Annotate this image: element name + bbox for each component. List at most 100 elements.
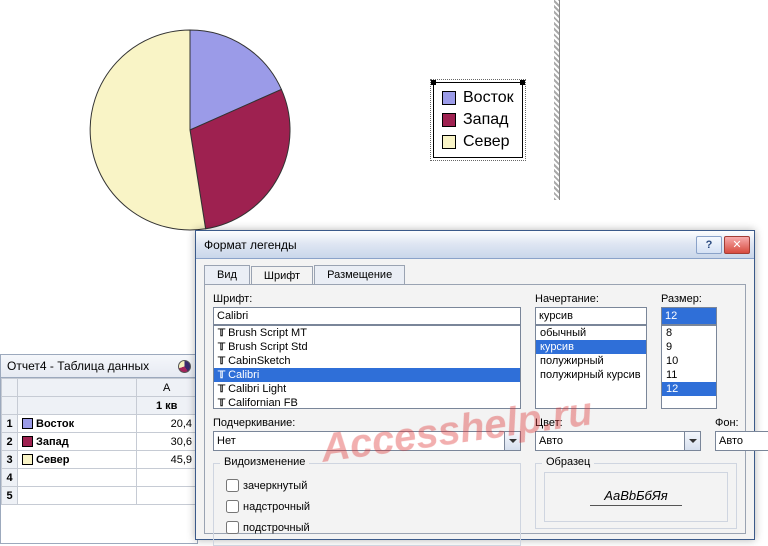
dialog-title: Формат легенды bbox=[204, 238, 297, 252]
sub-label: подстрочный bbox=[243, 522, 310, 534]
row-value[interactable]: 30,6 bbox=[137, 433, 197, 451]
row-value[interactable] bbox=[137, 487, 197, 505]
bg-value[interactable] bbox=[715, 431, 768, 451]
sub-checkbox-row[interactable]: подстрочный bbox=[222, 518, 512, 537]
list-item[interactable]: CabinSketch bbox=[214, 354, 520, 368]
tab-font[interactable]: Шрифт bbox=[251, 266, 313, 285]
row-num[interactable]: 4 bbox=[2, 469, 18, 487]
list-item[interactable]: курсив bbox=[536, 340, 646, 354]
sub-checkbox[interactable] bbox=[226, 521, 239, 534]
super-checkbox-row[interactable]: надстрочный bbox=[222, 497, 512, 516]
font-input[interactable] bbox=[213, 307, 521, 325]
row-name-cell[interactable]: Восток bbox=[18, 415, 137, 433]
chart-canvas: Восток Запад Север Отчет4 - Таблица данн… bbox=[0, 0, 768, 542]
col-b-label: 1 кв bbox=[156, 400, 177, 412]
sample-text: АаBbБбЯя bbox=[590, 488, 681, 506]
row-num[interactable]: 3 bbox=[2, 451, 18, 469]
style-label: Начертание: bbox=[535, 293, 647, 305]
corner-cell[interactable] bbox=[2, 379, 18, 397]
table-row[interactable]: 4 bbox=[2, 469, 197, 487]
color-value[interactable] bbox=[535, 431, 684, 451]
row-num[interactable]: 1 bbox=[2, 415, 18, 433]
list-item[interactable]: 9 bbox=[662, 340, 716, 354]
list-item[interactable]: полужирный bbox=[536, 354, 646, 368]
super-checkbox[interactable] bbox=[226, 500, 239, 513]
list-item[interactable]: 11 bbox=[662, 368, 716, 382]
table-row[interactable]: 2 Запад 30,6 bbox=[2, 433, 197, 451]
tab-placement[interactable]: Размещение bbox=[314, 265, 405, 284]
col-header[interactable] bbox=[18, 379, 137, 397]
bg-label: Фон: bbox=[715, 417, 768, 429]
help-button[interactable]: ? bbox=[696, 236, 722, 254]
pie-slice-north[interactable] bbox=[90, 30, 205, 230]
color-dropdown[interactable] bbox=[535, 431, 701, 451]
underline-value[interactable] bbox=[213, 431, 504, 451]
list-item[interactable]: 8 bbox=[662, 326, 716, 340]
list-item[interactable]: 12 bbox=[662, 382, 716, 396]
tab-view[interactable]: Вид bbox=[204, 265, 250, 284]
list-item[interactable]: Californian FB bbox=[214, 396, 520, 409]
list-item[interactable]: обычный bbox=[536, 326, 646, 340]
row-name: Запад bbox=[36, 436, 69, 448]
style-listbox[interactable]: обычный курсив полужирный полужирный кур… bbox=[535, 325, 647, 409]
table-row[interactable]: 3 Север 45,9 bbox=[2, 451, 197, 469]
row-header[interactable] bbox=[2, 397, 18, 415]
datasheet-table[interactable]: A 1 кв 1 Восток 20,4 2 Запад 30,6 3 Севе… bbox=[1, 378, 197, 505]
dropdown-button[interactable] bbox=[684, 431, 701, 451]
row-name-cell[interactable]: Запад bbox=[18, 433, 137, 451]
row-value[interactable] bbox=[137, 469, 197, 487]
col-a-label: A bbox=[163, 382, 170, 394]
sample-group-title: Образец bbox=[542, 456, 594, 468]
list-item[interactable]: Brush Script MT bbox=[214, 326, 520, 340]
format-legend-dialog[interactable]: Формат легенды ? ✕ Вид Шрифт Размещение … bbox=[195, 230, 755, 540]
legend-item[interactable]: Север bbox=[440, 131, 516, 153]
list-item[interactable]: Brush Script Std bbox=[214, 340, 520, 354]
pie-icon bbox=[178, 360, 191, 373]
list-item[interactable]: Calibri Light bbox=[214, 382, 520, 396]
table-row[interactable]: 1 Восток 20,4 bbox=[2, 415, 197, 433]
list-item[interactable]: Calibri bbox=[214, 368, 520, 382]
font-listbox[interactable]: Brush Script MT Brush Script Std CabinSk… bbox=[213, 325, 521, 409]
size-input[interactable] bbox=[661, 307, 717, 325]
underline-dropdown[interactable] bbox=[213, 431, 521, 451]
bg-dropdown[interactable] bbox=[715, 431, 768, 451]
col-header[interactable]: A bbox=[137, 379, 197, 397]
row-value[interactable]: 45,9 bbox=[137, 451, 197, 469]
row-swatch bbox=[22, 418, 33, 429]
row-name-cell[interactable] bbox=[18, 469, 137, 487]
sample-preview: АаBbБбЯя bbox=[544, 472, 728, 522]
legend-item[interactable]: Восток bbox=[440, 87, 516, 109]
sample-group: Образец АаBbБбЯя bbox=[535, 463, 737, 529]
legend-label: Запад bbox=[463, 111, 508, 129]
style-input[interactable] bbox=[535, 307, 647, 325]
legend-label: Восток bbox=[463, 89, 514, 107]
legend-swatch bbox=[442, 91, 456, 105]
size-listbox[interactable]: 8 9 10 11 12 bbox=[661, 325, 717, 409]
strike-checkbox[interactable] bbox=[226, 479, 239, 492]
pie-chart[interactable] bbox=[70, 20, 310, 243]
dropdown-button[interactable] bbox=[504, 431, 521, 451]
legend-swatch bbox=[442, 135, 456, 149]
list-item[interactable]: полужирный курсив bbox=[536, 368, 646, 382]
legend-item[interactable]: Запад bbox=[440, 109, 516, 131]
strike-checkbox-row[interactable]: зачеркнутый bbox=[222, 476, 512, 495]
datasheet-window[interactable]: Отчет4 - Таблица данных A 1 кв 1 Восток … bbox=[0, 354, 198, 544]
table-row[interactable]: 5 bbox=[2, 487, 197, 505]
datasheet-titlebar[interactable]: Отчет4 - Таблица данных bbox=[1, 355, 197, 378]
row-swatch bbox=[22, 454, 33, 465]
row-num[interactable]: 5 bbox=[2, 487, 18, 505]
list-item[interactable]: 10 bbox=[662, 354, 716, 368]
chart-legend[interactable]: Восток Запад Север bbox=[433, 82, 523, 158]
row-name-cell[interactable] bbox=[18, 487, 137, 505]
row-num[interactable]: 2 bbox=[2, 433, 18, 451]
row-name-cell[interactable]: Север bbox=[18, 451, 137, 469]
row-value[interactable]: 20,4 bbox=[137, 415, 197, 433]
dialog-titlebar[interactable]: Формат легенды ? ✕ bbox=[196, 231, 754, 259]
row-swatch bbox=[22, 436, 33, 447]
row-name: Восток bbox=[36, 418, 74, 430]
col-header[interactable] bbox=[18, 397, 137, 415]
dialog-tabs: Вид Шрифт Размещение bbox=[196, 259, 754, 284]
col-header[interactable]: 1 кв bbox=[137, 397, 197, 415]
size-label: Размер: bbox=[661, 293, 717, 305]
close-button[interactable]: ✕ bbox=[724, 236, 750, 254]
